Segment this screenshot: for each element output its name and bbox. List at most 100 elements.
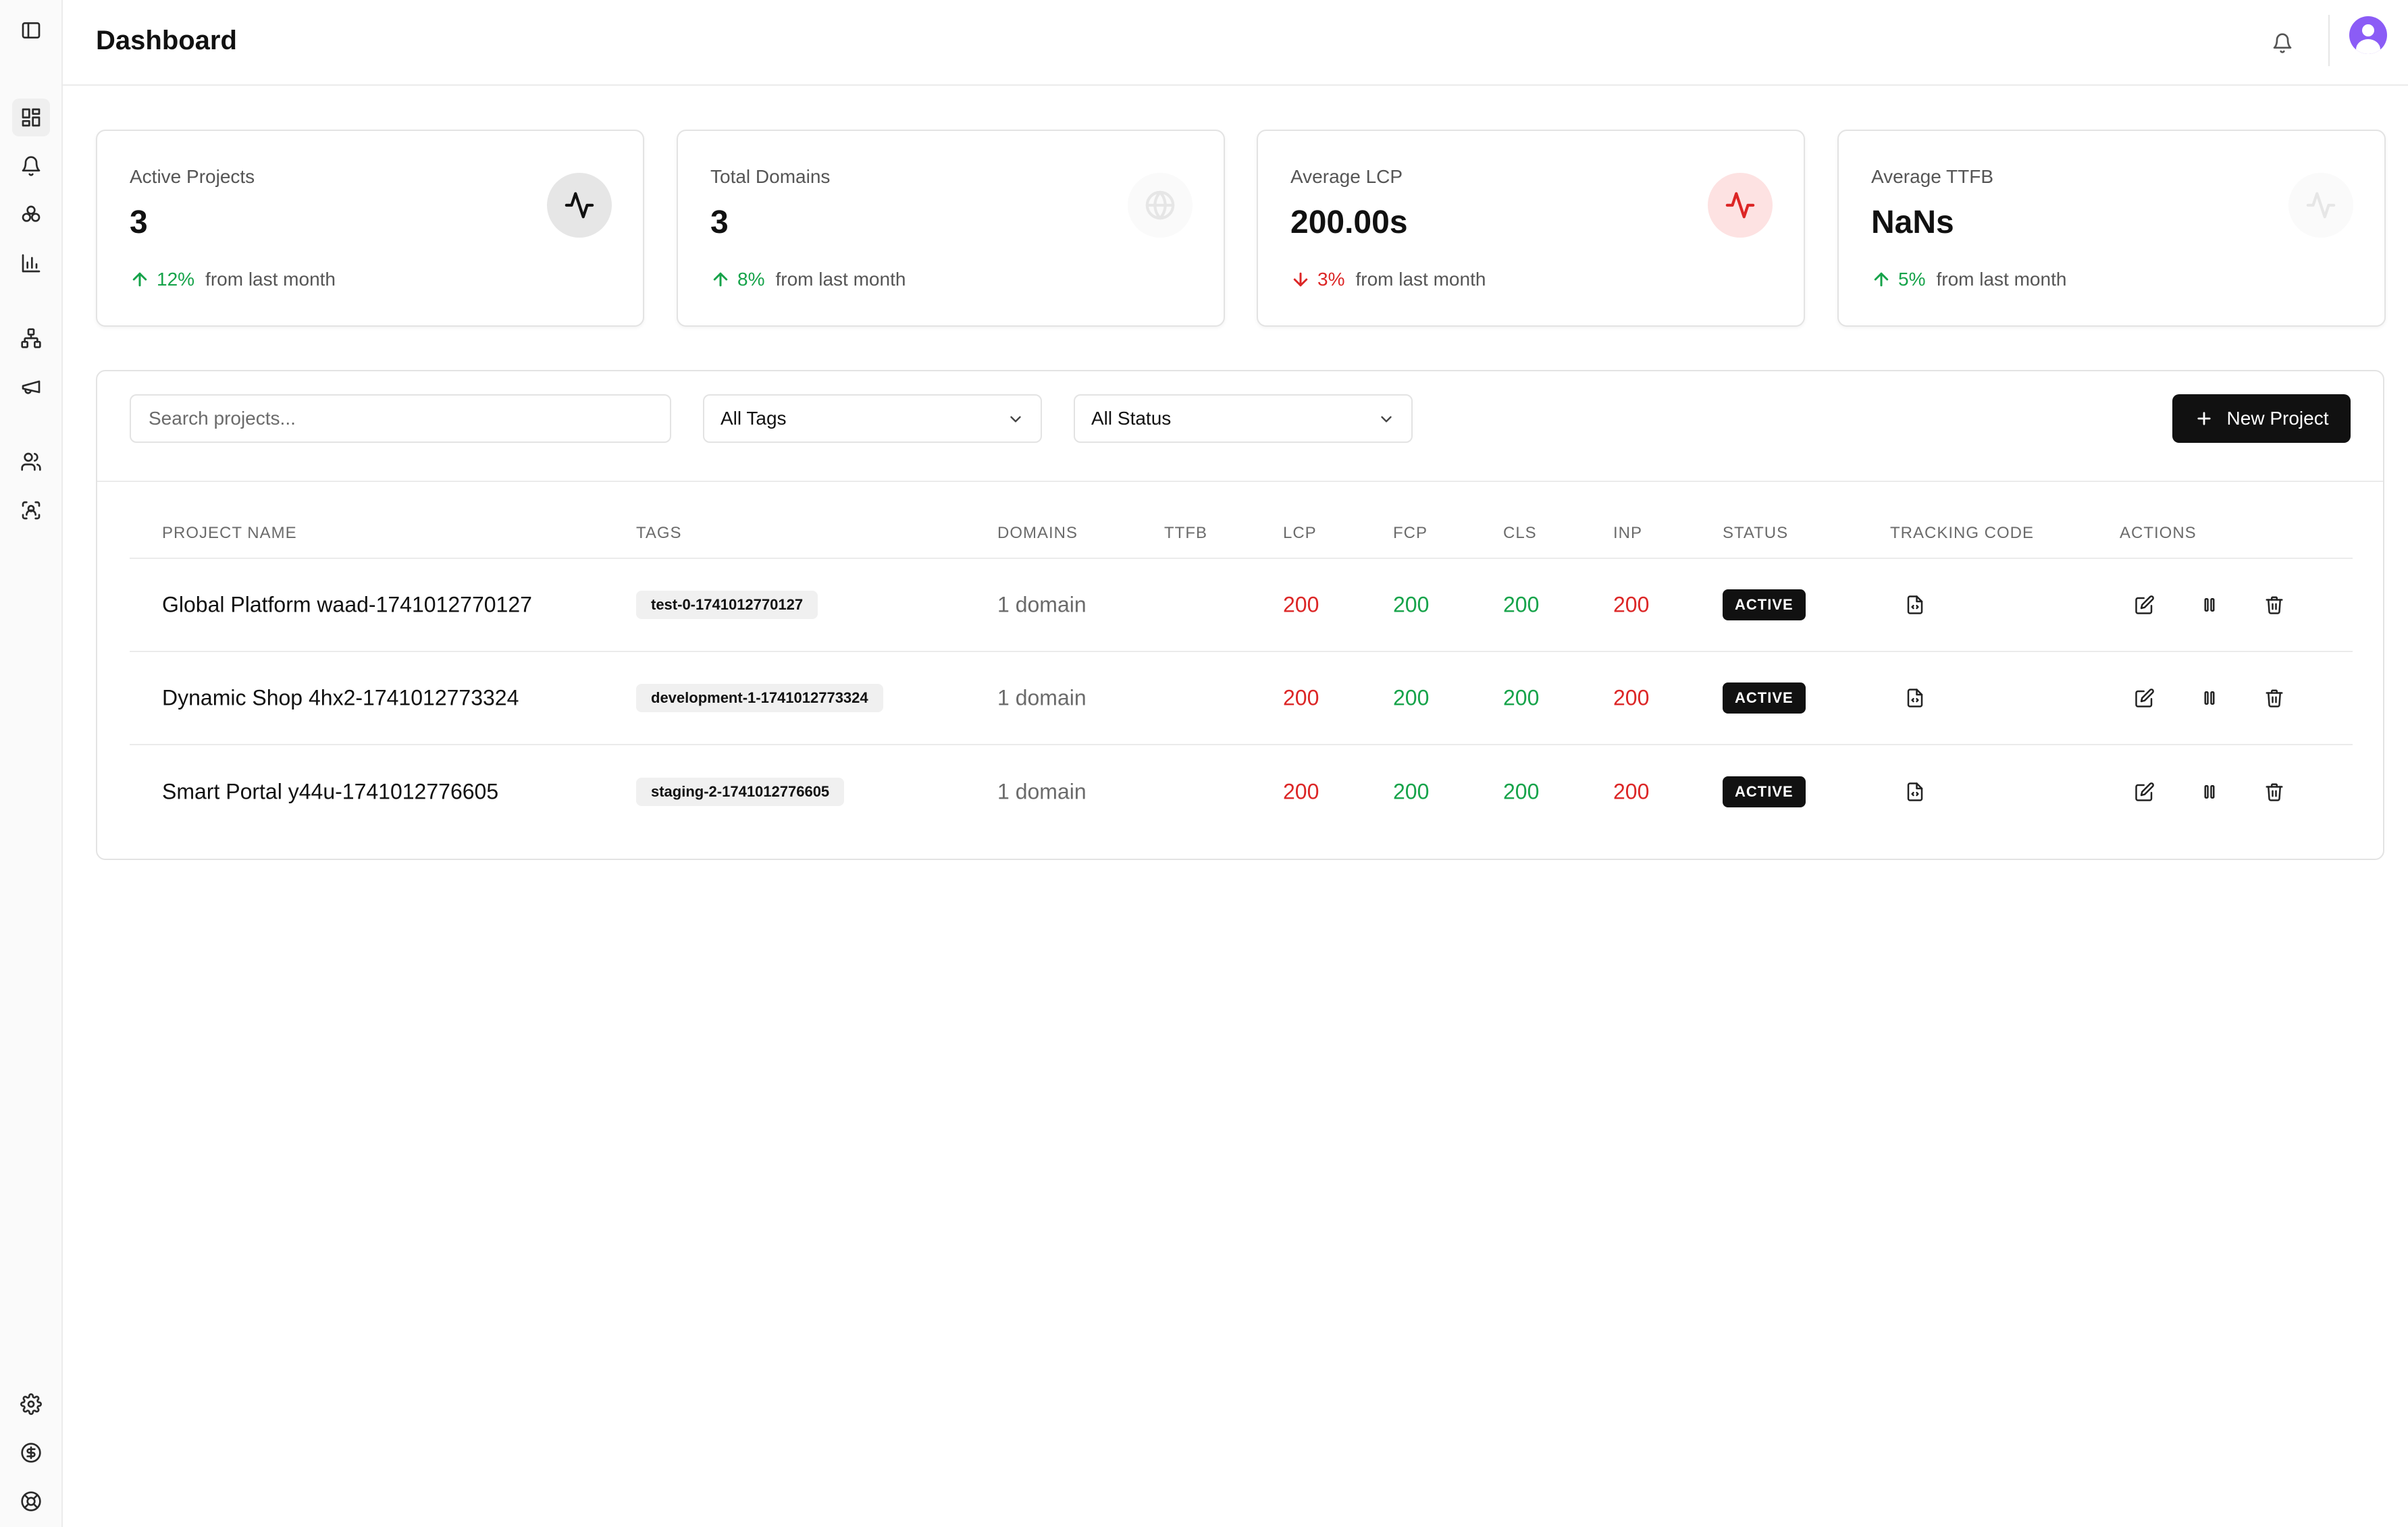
sidebar-item-scan[interactable]: [12, 491, 50, 529]
column-header: TAGS: [636, 524, 682, 542]
trash-icon: [2266, 596, 2283, 614]
sidebar-item-sitemap[interactable]: [12, 319, 50, 357]
project-tag: test-0-1741012770127: [636, 591, 818, 619]
avatar[interactable]: [2349, 16, 2387, 54]
arrow-down-icon: [1290, 269, 1311, 290]
project-lcp: 200: [1283, 592, 1319, 617]
table-row[interactable]: Dynamic Shop 4hx2-1741012773324 developm…: [130, 652, 2353, 745]
column-header: LCP: [1283, 524, 1317, 542]
app-root: Dashboard Active Projects 3 12% from las…: [0, 0, 2408, 1527]
projects-panel: All Tags All Status New Project PROJECT …: [96, 370, 2384, 860]
column-header: TRACKING CODE: [1890, 524, 2035, 542]
new-project-label: New Project: [2226, 408, 2329, 429]
new-project-button[interactable]: New Project: [2172, 394, 2351, 443]
arrow-up-icon: [130, 269, 150, 290]
bell-icon: [2273, 33, 2292, 53]
stat-card-average-ttfb: Average TTFB NaNs 5% from last month: [1837, 130, 2386, 327]
project-cls: 200: [1503, 685, 1540, 710]
sidebar-item-campaigns[interactable]: [12, 368, 50, 406]
project-domains: 1 domain: [997, 592, 1087, 617]
stat-label: Total Domains: [710, 166, 831, 187]
pause-button[interactable]: [2193, 776, 2226, 808]
stat-icon-badge: [547, 173, 612, 238]
table-row[interactable]: Global Platform waad-1741012770127 test-…: [130, 559, 2353, 652]
tracking-code-button[interactable]: [1899, 589, 1931, 621]
tracking-code-button[interactable]: [1899, 682, 1931, 714]
stat-value: 3: [130, 205, 148, 240]
bell-icon: [22, 156, 41, 176]
project-inp: 200: [1613, 592, 1650, 617]
stat-value: 200.00s: [1290, 205, 1408, 240]
edit-button[interactable]: [2128, 776, 2161, 808]
sidebar-item-settings[interactable]: [12, 1385, 50, 1423]
pause-button[interactable]: [2193, 589, 2226, 621]
stat-change-suffix: from last month: [1355, 269, 1486, 290]
status-badge: ACTIVE: [1723, 589, 1806, 620]
edit-button[interactable]: [2128, 589, 2161, 621]
notifications-button[interactable]: [2261, 22, 2304, 65]
project-cls: 200: [1503, 592, 1540, 617]
column-header: FCP: [1393, 524, 1428, 542]
users-icon: [21, 452, 41, 471]
stat-label: Average TTFB: [1871, 166, 1994, 187]
project-inp: 200: [1613, 685, 1650, 710]
stat-card-average-lcp: Average LCP 200.00s 3% from last month: [1257, 130, 1805, 327]
stat-change-suffix: from last month: [1936, 269, 2067, 290]
project-fcp: 200: [1393, 592, 1430, 617]
integrations-icon: [22, 205, 41, 222]
plus-icon: [2195, 409, 2214, 428]
delete-button[interactable]: [2258, 682, 2291, 714]
globe-icon: [1145, 190, 1175, 220]
avatar-head: [2362, 24, 2374, 36]
sidebar-item-analytics[interactable]: [12, 244, 50, 282]
stat-trend: 8% from last month: [710, 269, 906, 290]
status-badge: ACTIVE: [1723, 682, 1806, 714]
header-divider: [2328, 15, 2330, 66]
sitemap-icon: [21, 328, 41, 348]
edit-icon: [2135, 782, 2154, 801]
stat-trend: 12% from last month: [130, 269, 336, 290]
table-row[interactable]: Smart Portal y44u-1741012776605 staging-…: [130, 745, 2353, 838]
project-inp: 200: [1613, 779, 1650, 804]
projects-toolbar: All Tags All Status New Project: [97, 371, 2383, 482]
stat-change-suffix: from last month: [205, 269, 336, 290]
column-header: INP: [1613, 524, 1643, 542]
sidebar-item-integrations[interactable]: [12, 196, 50, 234]
dollar-circle-icon: [21, 1443, 41, 1463]
stat-label: Average LCP: [1290, 166, 1403, 187]
delete-button[interactable]: [2258, 589, 2291, 621]
tags-filter-select[interactable]: All Tags: [703, 394, 1042, 443]
column-header: STATUS: [1723, 524, 1789, 542]
top-header: Dashboard: [63, 0, 2408, 86]
pause-button[interactable]: [2193, 682, 2226, 714]
project-name[interactable]: Global Platform waad-1741012770127: [162, 593, 532, 618]
delete-button[interactable]: [2258, 776, 2291, 808]
arrow-up-icon: [710, 269, 731, 290]
project-name[interactable]: Dynamic Shop 4hx2-1741012773324: [162, 686, 519, 711]
stat-change-suffix: from last month: [775, 269, 906, 290]
project-fcp: 200: [1393, 685, 1430, 710]
sidebar-item-billing[interactable]: [12, 1434, 50, 1472]
sidebar-toggle-button[interactable]: [12, 11, 50, 49]
dashboard-grid-icon: [22, 108, 41, 127]
sidebar-item-users[interactable]: [12, 443, 50, 481]
chevron-down-icon: [1378, 410, 1395, 428]
megaphone-icon: [22, 380, 41, 394]
stat-value: 3: [710, 205, 729, 240]
stat-trend: 5% from last month: [1871, 269, 2066, 290]
edit-button[interactable]: [2128, 682, 2161, 714]
status-filter-select[interactable]: All Status: [1074, 394, 1413, 443]
table-header: PROJECT NAME TAGS DOMAINS TTFB LCP FCP C…: [130, 513, 2353, 559]
search-input[interactable]: [130, 394, 671, 443]
stat-value: NaNs: [1871, 205, 1954, 240]
tracking-code-button[interactable]: [1899, 776, 1931, 808]
project-name[interactable]: Smart Portal y44u-1741012776605: [162, 780, 498, 805]
file-code-icon: [1907, 689, 1923, 707]
status-filter-value: All Status: [1091, 408, 1172, 429]
sidebar-item-dashboard[interactable]: [12, 99, 50, 136]
sidebar-item-alerts[interactable]: [12, 147, 50, 185]
stat-change: 3%: [1317, 269, 1345, 290]
sidebar-item-support[interactable]: [12, 1482, 50, 1520]
trash-icon: [2266, 689, 2283, 707]
column-header: DOMAINS: [997, 524, 1078, 542]
